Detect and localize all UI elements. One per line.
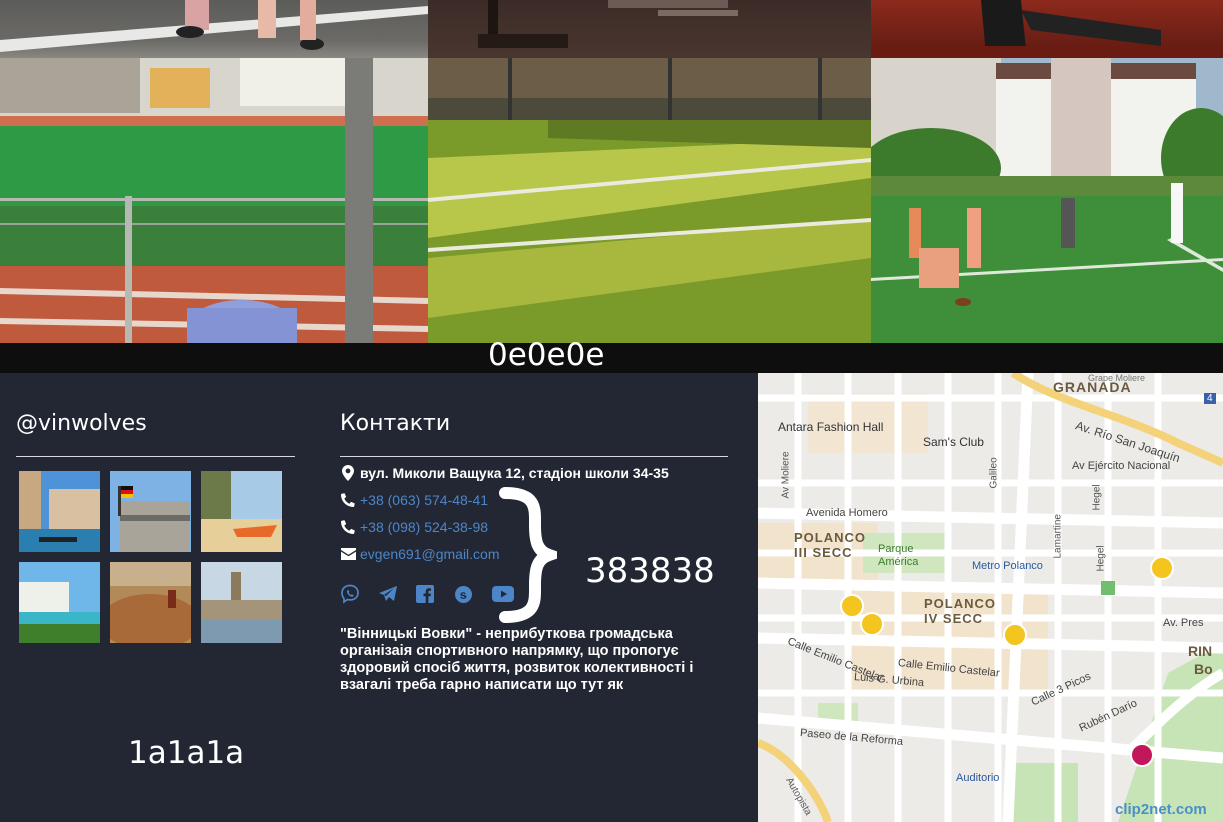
about-text: "Вінницькі Вовки" - неприбуткова громадс… — [340, 626, 694, 693]
contacts-divider — [340, 456, 728, 457]
photo-track-feet[interactable] — [0, 0, 428, 58]
phone1-row[interactable]: +38 (063) 574-48-41 — [340, 492, 488, 508]
map-label-presidentes: Av. Pres — [1163, 617, 1204, 629]
map-label-bo: Bo — [1194, 661, 1213, 677]
map-label-polanco3: POLANCO III SECC — [794, 530, 866, 560]
photo-football-players[interactable] — [871, 58, 1223, 343]
skype-icon[interactable] — [454, 583, 492, 605]
telegram-icon[interactable] — [378, 583, 416, 605]
instagram-thumb-london[interactable] — [201, 562, 282, 643]
envelope-icon — [340, 546, 356, 562]
instagram-thumb-berlin[interactable] — [110, 471, 191, 552]
address-text: вул. Миколи Ващука 12, стадіон школи 34-… — [360, 465, 669, 481]
map-label-ejercito: Av Ejército Nacional — [1072, 460, 1171, 472]
photo-green-field[interactable] — [428, 58, 871, 343]
map-label-parque[interactable]: Parque América — [878, 543, 918, 569]
address-row: вул. Миколи Ващука 12, стадіон школи 34-… — [340, 465, 669, 481]
map-label-galileo: Galileo — [988, 457, 1000, 489]
map-label-homero: Avenida Homero — [806, 507, 888, 519]
instagram-thumb-rock[interactable] — [110, 562, 191, 643]
map-label-antara[interactable]: Antara Fashion Hall — [778, 420, 883, 434]
map-label-auditorio[interactable]: Auditorio — [956, 772, 999, 784]
band-color-label: 0e0e0e — [488, 337, 605, 373]
separator-band — [0, 343, 1223, 373]
accent-color-label: 383838 — [585, 551, 715, 591]
instagram-title[interactable]: @vinwolves — [16, 411, 147, 436]
phone1-link[interactable]: +38 (063) 574-48-41 — [360, 492, 488, 508]
map-label-rin: RIN — [1188, 643, 1213, 659]
instagram-thumb-venice[interactable] — [19, 471, 100, 552]
brace-annotation — [499, 487, 557, 623]
email-row[interactable]: evgen691@gmail.com — [340, 546, 500, 562]
phone-icon — [340, 519, 356, 535]
map-pin-icon — [340, 465, 356, 481]
map-label-polanco4: POLANCO IV SECC — [924, 596, 996, 626]
email-link[interactable]: evgen691@gmail.com — [360, 546, 500, 562]
photo-stadium-fence[interactable] — [0, 58, 428, 343]
photo-gym-floor[interactable] — [428, 0, 871, 58]
instagram-thumb-resort[interactable] — [19, 562, 100, 643]
phone-icon — [340, 492, 356, 508]
viber-icon[interactable] — [340, 583, 378, 605]
location-map[interactable]: GRANADA Grape Moliere 4 Antara Fashion H… — [758, 373, 1223, 822]
footer-color-label: 1a1a1a — [128, 735, 245, 771]
map-label-hegel2: Hegel — [1095, 545, 1107, 572]
facebook-icon[interactable] — [416, 583, 454, 605]
watermark-text: clip2net.com — [1115, 801, 1207, 818]
map-label-grape: Grape Moliere — [1088, 373, 1146, 383]
contacts-title: Контакти — [340, 411, 451, 436]
photo-gallery — [0, 0, 1223, 343]
map-label-moliere: Av Moliere — [780, 451, 792, 499]
phone2-link[interactable]: +38 (098) 524-38-98 — [360, 519, 488, 535]
map-label-lamartine: Lamartine — [1052, 514, 1064, 559]
photo-athlete[interactable] — [871, 0, 1223, 58]
instagram-thumb-boat[interactable] — [201, 471, 282, 552]
phone2-row[interactable]: +38 (098) 524-38-98 — [340, 519, 488, 535]
map-label-num: 4 — [1204, 393, 1216, 404]
map-label-sams[interactable]: Sam's Club — [923, 435, 984, 449]
map-label-metro[interactable]: Metro Polanco — [972, 560, 1043, 572]
map-label-hegel: Hegel — [1091, 484, 1103, 511]
site-footer: @vinwolves Контакти вул. Миколи Ващука 1… — [0, 373, 758, 822]
instagram-divider — [16, 456, 295, 457]
